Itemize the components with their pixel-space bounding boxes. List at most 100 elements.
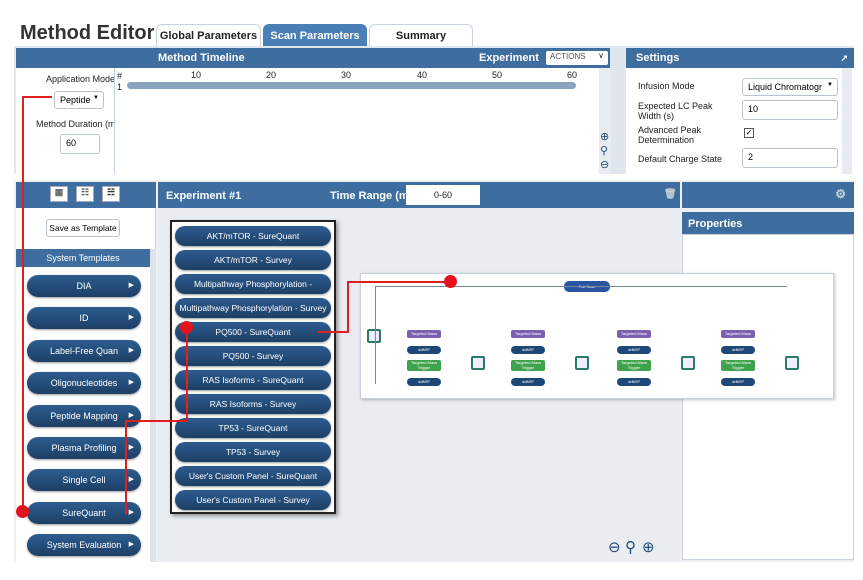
application-mode-select[interactable]: Peptide ▼: [54, 91, 104, 109]
chevron-right-icon: ▶: [128, 282, 134, 289]
annotation-line: [125, 420, 187, 422]
zoom-out-icon[interactable]: ⊖: [600, 158, 609, 171]
list-view-icon[interactable]: ☷: [76, 186, 94, 202]
sidebar-item-plasma-profiling[interactable]: Plasma Profiling ▶: [27, 437, 141, 459]
zoom-out-icon[interactable]: ⊖: [608, 538, 621, 556]
zoom-in-icon[interactable]: ⊕: [642, 538, 655, 556]
ddms2-node[interactable]: ddMS²: [407, 378, 441, 386]
template-item[interactable]: User's Custom Panel - Survey: [175, 490, 331, 510]
chevron-down-icon: ∨: [598, 51, 604, 60]
ddms2-node[interactable]: ddMS²: [617, 346, 651, 354]
targeted-mass-trigger-node[interactable]: Targeted Mass Trigger: [721, 360, 755, 371]
sidebar-item-single-cell[interactable]: Single Cell ▶: [27, 469, 141, 492]
template-item[interactable]: AKT/mTOR - SureQuant: [175, 226, 331, 246]
template-item[interactable]: PQ500 - Survey: [175, 346, 331, 366]
view-toggle-bar: ▦ ☷ ☵: [16, 182, 156, 208]
annotation-line: [125, 420, 127, 514]
settings-scrollbar[interactable]: [842, 68, 852, 174]
timeline-tick-label: 40: [417, 70, 428, 80]
save-template-button[interactable]: Save as Template: [46, 219, 120, 237]
row-number: 1: [117, 82, 123, 92]
template-item[interactable]: TP53 - SureQuant: [175, 418, 331, 438]
ddms2-node[interactable]: ddMS²: [511, 346, 545, 354]
default-charge-input[interactable]: 2: [742, 148, 838, 168]
sidebar-item-label: System Evaluation: [46, 540, 122, 551]
annotation-dot: [16, 505, 29, 518]
time-range-input[interactable]: 0-60: [406, 185, 480, 205]
template-item[interactable]: AKT/mTOR - Survey: [175, 250, 331, 270]
template-item[interactable]: RAS Isoforms - SureQuant: [175, 370, 331, 390]
sidebar-item-surequant[interactable]: SureQuant ▶: [27, 501, 141, 524]
advanced-peak-checkbox[interactable]: ✓: [744, 128, 754, 138]
tree-view-icon[interactable]: ☵: [102, 186, 120, 202]
actions-label: ACTIONS: [550, 52, 586, 61]
zoom-fit-icon[interactable]: ⚲: [625, 538, 636, 556]
zoom-in-icon[interactable]: ⊕: [600, 130, 609, 143]
template-item[interactable]: Multipathway Phosphorylation - Survey: [175, 298, 331, 318]
tab-scan-parameters[interactable]: Scan Parameters: [263, 24, 367, 46]
sidebar-item-label: DIA: [76, 281, 92, 291]
infusion-mode-label: Infusion Mode: [638, 81, 695, 91]
actions-dropdown[interactable]: ACTIONS ∨: [546, 51, 608, 65]
annotation-line: [347, 281, 349, 333]
grid-view-icon[interactable]: ▦: [50, 186, 68, 202]
popout-icon[interactable]: ↗: [840, 53, 848, 64]
sidebar-item-label: Plasma Profiling: [51, 443, 117, 453]
search-icon[interactable]: ⚲: [600, 144, 608, 157]
targeted-mass-node[interactable]: Targeted Mass: [617, 330, 651, 338]
loop-node[interactable]: [681, 356, 695, 370]
default-charge-label: Default Charge State: [638, 154, 723, 164]
tab-summary[interactable]: Summary: [369, 24, 473, 46]
targeted-mass-node[interactable]: Targeted Mass: [721, 330, 755, 338]
template-item[interactable]: PQ500 - SureQuant: [175, 322, 331, 342]
application-mode-value: Peptide: [60, 95, 91, 105]
sidebar-item-oligonucleotides[interactable]: Oligonucleotides ▶: [27, 372, 141, 395]
ddms2-node[interactable]: ddMS²: [407, 346, 441, 354]
targeted-mass-trigger-node[interactable]: Targeted Mass Trigger: [617, 360, 651, 371]
loop-node[interactable]: [575, 356, 589, 370]
page-title: Method Editor: [20, 22, 155, 44]
ddms2-node[interactable]: ddMS²: [721, 346, 755, 354]
system-templates-header: System Templates: [16, 249, 150, 267]
template-item[interactable]: RAS Isoforms - Survey: [175, 394, 331, 414]
sidebar-item-id[interactable]: ID ▶: [27, 307, 141, 330]
timeline-tick-label: 20: [266, 70, 277, 80]
annotation-line: [186, 328, 188, 422]
timeline-tick-label: 30: [341, 70, 352, 80]
experiment-title: Experiment #1: [166, 190, 242, 202]
ddms2-node[interactable]: ddMS²: [511, 378, 545, 386]
loop-node[interactable]: [785, 356, 799, 370]
annotation-line: [22, 96, 24, 514]
start-node[interactable]: [367, 329, 381, 343]
sidebar-item-peptide-mapping[interactable]: Peptide Mapping ▶: [27, 404, 141, 427]
targeted-mass-trigger-node[interactable]: Targeted Mass Trigger: [511, 360, 545, 371]
sidebar-item-dia[interactable]: DIA ▶: [27, 275, 141, 297]
template-item[interactable]: User's Custom Panel - SureQuant: [175, 466, 331, 486]
properties-header: Properties: [682, 212, 854, 234]
tab-global-parameters[interactable]: Global Parameters: [156, 24, 261, 46]
ddms2-node[interactable]: ddMS²: [721, 378, 755, 386]
template-item[interactable]: TP53 - Survey: [175, 442, 331, 462]
sidebar-item-system-evaluation[interactable]: System Evaluation ▶: [27, 534, 141, 557]
trash-icon[interactable]: 🗑: [664, 189, 677, 200]
annotation-dot: [180, 321, 193, 334]
ddms2-node[interactable]: ddMS²: [617, 378, 651, 386]
experiment-timeline-bar[interactable]: [127, 82, 576, 89]
targeted-mass-node[interactable]: Targeted Mass: [511, 330, 545, 338]
targeted-mass-node[interactable]: Targeted Mass: [407, 330, 441, 338]
targeted-mass-trigger-node[interactable]: Targeted Mass Trigger: [407, 360, 441, 371]
sidebar-scrollbar[interactable]: [150, 249, 156, 562]
connector-line: [375, 286, 787, 287]
loop-node[interactable]: [471, 356, 485, 370]
dropdown-arrow-icon: ▼: [827, 82, 833, 88]
method-duration-input[interactable]: 60: [60, 134, 100, 154]
timeline-tick-label: 60: [567, 70, 578, 80]
chevron-right-icon: ▶: [128, 314, 134, 322]
annotation-dot: [444, 275, 457, 288]
template-item[interactable]: Multipathway Phosphorylation - SureQuant: [175, 274, 331, 309]
infusion-mode-select[interactable]: Liquid Chromatogr ▼: [742, 78, 838, 96]
sidebar-item-label-free-quan[interactable]: Label-Free Quan ▶: [27, 339, 141, 362]
peak-width-input[interactable]: 10: [742, 100, 838, 120]
settings-title: Settings: [636, 52, 680, 64]
gear-icon[interactable]: ⚙: [835, 187, 846, 201]
